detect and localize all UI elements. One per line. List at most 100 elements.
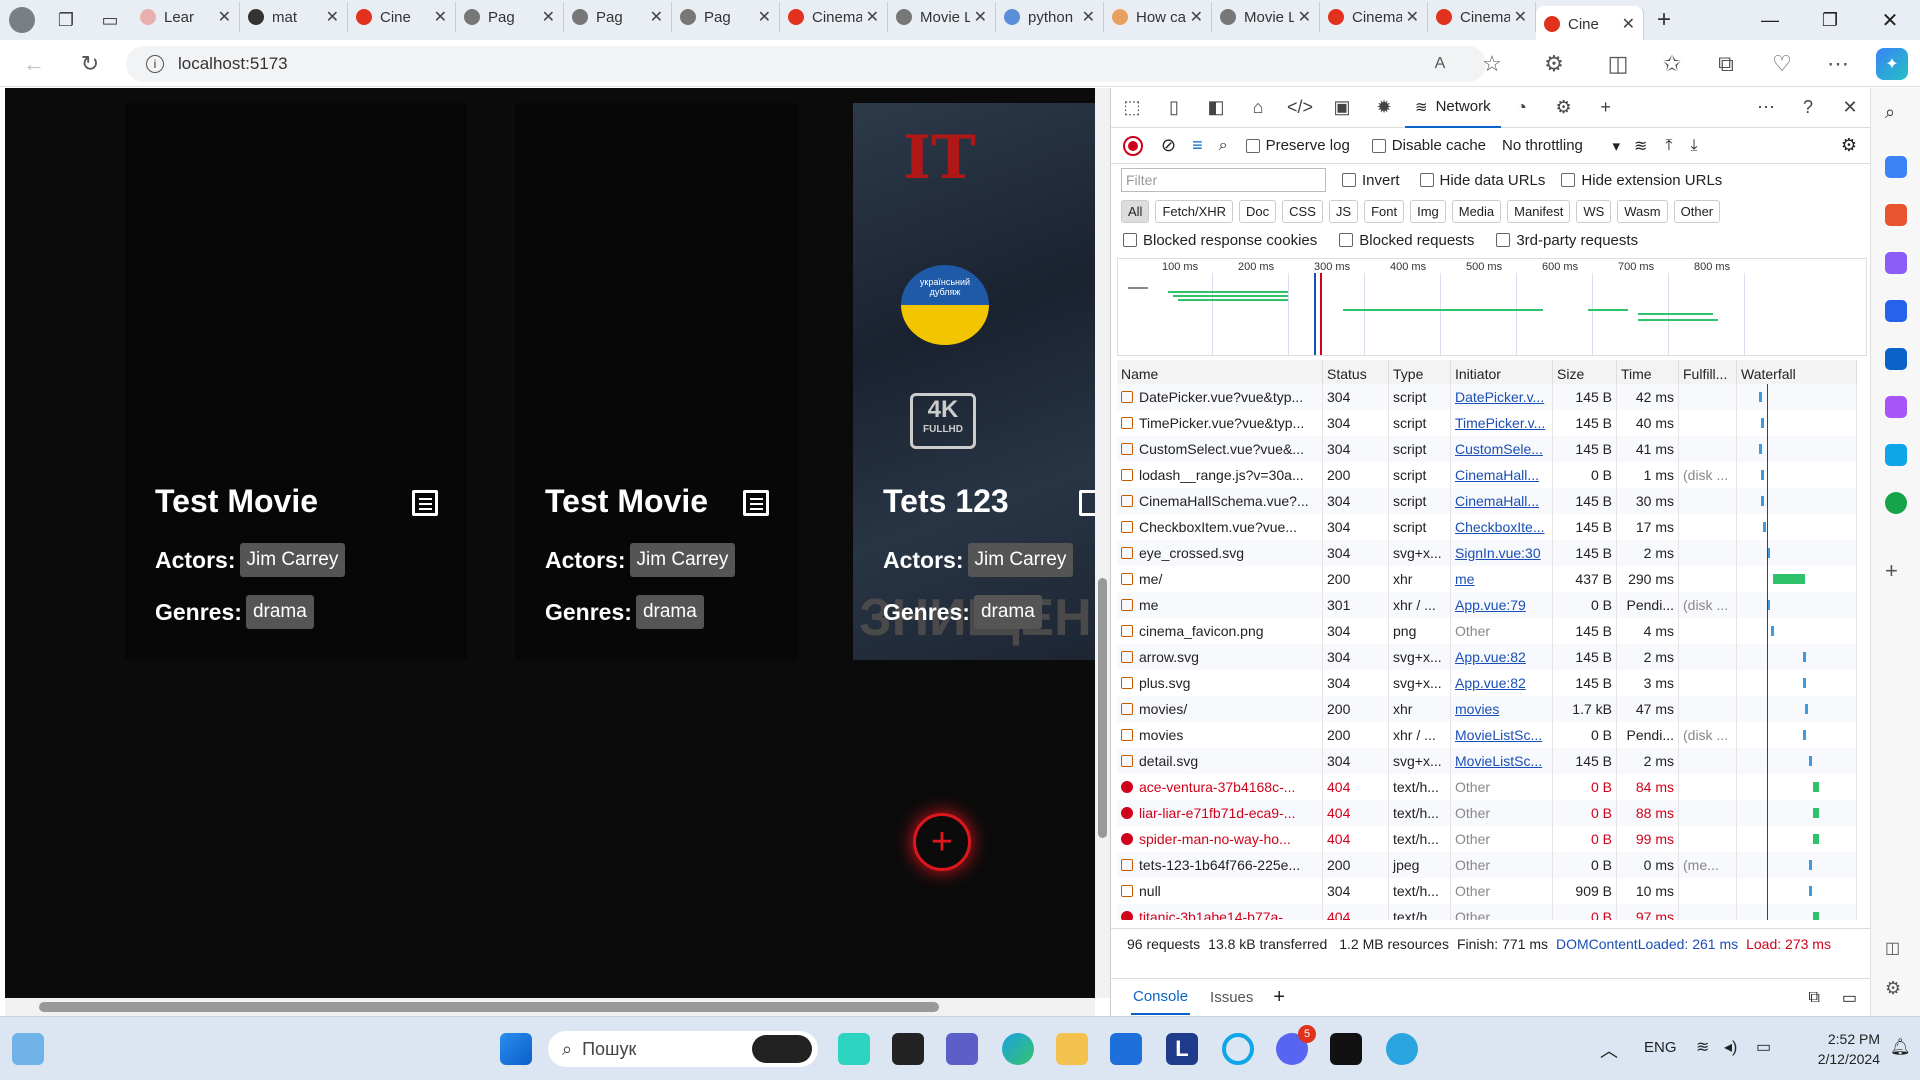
movie-card[interactable]: Test Movie Actors: Jim Carrey Genres: dram… <box>125 103 467 660</box>
taskbar-search[interactable]: ⌕ Пошук <box>548 1031 818 1067</box>
cell-initiator[interactable]: App.vue:79 <box>1451 592 1553 618</box>
throttling-select[interactable]: No throttling ▾ <box>1502 137 1620 155</box>
add-drawer-tab-icon[interactable]: + <box>1273 986 1285 1009</box>
filter-toggle-icon[interactable]: ≡ <box>1192 135 1203 156</box>
close-devtools-icon[interactable]: ✕ <box>1829 88 1871 128</box>
network-overview-timeline[interactable]: 100 ms 200 ms 300 ms 400 ms 500 ms 600 ms 700 … <box>1117 258 1867 356</box>
browser-tab[interactable]: Cinema S✕ <box>1320 2 1428 32</box>
horizontal-scroll-thumb[interactable] <box>39 1002 939 1012</box>
collections-icon[interactable]: ⧉ <box>1710 48 1742 80</box>
cell-initiator[interactable]: me <box>1451 566 1553 592</box>
browser-tab[interactable]: Pag ✕ <box>456 2 564 32</box>
close-tab-icon[interactable]: ✕ <box>1298 7 1311 27</box>
sidebar-tools-icon[interactable] <box>1885 204 1907 226</box>
wifi-tray-icon[interactable]: ≋ <box>1696 1037 1709 1057</box>
cell-initiator[interactable]: SignIn.vue:30 <box>1451 540 1553 566</box>
close-tab-icon[interactable]: ✕ <box>974 7 987 27</box>
type-filter-font[interactable]: Font <box>1364 199 1405 223</box>
request-row[interactable]: TimePicker.vue?vue&typ... 304 script TimePi… <box>1117 410 1857 436</box>
request-row[interactable]: me/200 xhr me 437 B 290 ms <box>1117 566 1857 592</box>
type-filter-ws[interactable]: WS <box>1576 199 1612 223</box>
horizontal-scrollbar[interactable] <box>5 998 1095 1016</box>
performance-tab-icon[interactable]: ◔ <box>1501 88 1543 128</box>
tray-chevron-icon[interactable]: ︿ <box>1600 1037 1618 1063</box>
close-tab-icon[interactable]: ✕ <box>758 7 771 27</box>
request-row[interactable]: CustomSelect.vue?vue&... 304 script CustomS… <box>1117 436 1857 462</box>
invert-checkbox[interactable] <box>1342 173 1356 187</box>
dock-drawer-icon[interactable]: ▭ <box>1842 988 1857 1008</box>
app-l-icon[interactable]: L <box>1166 1033 1198 1065</box>
cell-initiator[interactable]: CinemaHall... <box>1451 488 1553 514</box>
more-options-icon[interactable]: ⋯ <box>1745 88 1787 128</box>
new-tab-button[interactable]: + <box>1644 0 1684 40</box>
start-button-icon[interactable] <box>500 1033 532 1065</box>
sidebar-add-icon[interactable]: + <box>1885 558 1907 583</box>
request-row[interactable]: titanic-3b1abe14-b77a-... 404 text/h... Oth… <box>1117 904 1857 920</box>
detail-icon[interactable] <box>743 490 769 516</box>
telegram-icon[interactable] <box>1386 1033 1418 1065</box>
language-indicator[interactable]: ENG <box>1644 1039 1677 1056</box>
sidebar-search-icon[interactable]: ⌕ <box>1885 102 1907 124</box>
clear-icon[interactable]: ⊘ <box>1161 135 1176 156</box>
file-explorer-icon[interactable] <box>1056 1033 1088 1065</box>
cell-initiator[interactable]: MovieListSc... <box>1451 722 1553 748</box>
type-filter-fetchxhr[interactable]: Fetch/XHR <box>1155 199 1234 223</box>
request-row[interactable]: lodash__range.js?v=30a... 200 script Cinema… <box>1117 462 1857 488</box>
back-button[interactable]: ← <box>18 48 50 80</box>
teams-icon[interactable] <box>946 1033 978 1065</box>
browser-tab[interactable]: Cinema S✕ <box>780 2 888 32</box>
battery-icon[interactable]: ▭ <box>1756 1037 1771 1057</box>
preserve-log-checkbox[interactable] <box>1245 138 1260 153</box>
type-filter-all[interactable]: All <box>1121 199 1150 223</box>
elements-tab-icon[interactable]: </> <box>1279 88 1321 128</box>
sources-tab-icon[interactable]: ✹ <box>1363 88 1405 128</box>
close-tab-icon[interactable]: ✕ <box>1406 7 1419 27</box>
request-row[interactable]: eye_crossed.svg 304 svg+x... SignIn.vue:30 1… <box>1117 540 1857 566</box>
disable-cache-checkbox[interactable] <box>1371 138 1386 153</box>
browser-tab[interactable]: Cine ✕ <box>348 2 456 32</box>
favorite-star-icon[interactable]: ☆ <box>1476 48 1508 80</box>
vertical-scrollbar[interactable] <box>1095 88 1110 998</box>
filter-input[interactable]: Filter <box>1121 168 1326 192</box>
tab-issues[interactable]: Issues <box>1210 989 1253 1006</box>
maximize-button[interactable]: ❐ <box>1800 10 1860 31</box>
close-tab-icon[interactable]: ✕ <box>434 7 447 27</box>
more-menu-icon[interactable]: ⋯ <box>1822 48 1854 80</box>
browser-tab[interactable]: Cine ✕ <box>1536 6 1644 42</box>
network-settings-icon[interactable]: ⚙ <box>1841 135 1857 156</box>
type-filter-js[interactable]: JS <box>1328 199 1359 223</box>
browser-tab[interactable]: Cinema S✕ <box>1428 2 1536 32</box>
import-har-icon[interactable]: ⤒ <box>1665 137 1672 155</box>
more-tools-icon[interactable]: + <box>1585 88 1627 128</box>
notifications-icon[interactable]: 🔔︎ <box>1890 1037 1910 1057</box>
hide-extension-urls-checkbox[interactable] <box>1561 173 1576 187</box>
cell-initiator[interactable]: DatePicker.v... <box>1451 384 1553 410</box>
edge-icon[interactable] <box>1002 1033 1034 1065</box>
close-window-button[interactable]: ✕ <box>1860 8 1920 33</box>
request-row[interactable]: DatePicker.vue?vue&typ... 304 script DatePi… <box>1117 384 1857 410</box>
request-row[interactable]: cinema_favicon.png 304 png Other 145 B4 ms <box>1117 618 1857 644</box>
welcome-home-icon[interactable]: ⌂ <box>1237 88 1279 128</box>
settings-gear-icon[interactable]: ⚙ <box>1543 88 1585 128</box>
request-row[interactable]: CheckboxItem.vue?vue... 304 script Checkbox… <box>1117 514 1857 540</box>
request-row[interactable]: null 304 text/h... Other 909 B 10 ms <box>1117 878 1857 904</box>
close-tab-icon[interactable]: ✕ <box>866 7 879 27</box>
type-filter-img[interactable]: Img <box>1410 199 1446 223</box>
cell-initiator[interactable]: TimePicker.v... <box>1451 410 1553 436</box>
sidebar-hide-icon[interactable]: ◫ <box>1885 938 1907 960</box>
close-tab-icon[interactable]: ✕ <box>650 7 663 27</box>
sidebar-send-icon[interactable] <box>1885 444 1907 466</box>
type-filter-other[interactable]: Other <box>1673 199 1721 223</box>
extensions-icon[interactable]: ⚙ <box>1538 48 1570 80</box>
tab-actions-icon[interactable]: ▭ <box>88 0 132 40</box>
volume-icon[interactable]: ◂) <box>1724 1037 1737 1057</box>
minimize-button[interactable]: — <box>1740 10 1800 31</box>
inspect-element-icon[interactable]: ⬚ <box>1111 88 1153 128</box>
cell-initiator[interactable]: MovieListSc... <box>1451 748 1553 774</box>
cell-initiator[interactable]: CinemaHall... <box>1451 462 1553 488</box>
help-icon[interactable]: ? <box>1787 88 1829 128</box>
type-filter-media[interactable]: Media <box>1451 199 1502 223</box>
vertical-scroll-thumb[interactable] <box>1098 578 1107 838</box>
sidebar-outlook-icon[interactable] <box>1885 348 1907 370</box>
movie-card-with-poster[interactable]: IT українсьний дубляж 4K FULLHD ЗНИЩЕН T… <box>853 103 1095 660</box>
